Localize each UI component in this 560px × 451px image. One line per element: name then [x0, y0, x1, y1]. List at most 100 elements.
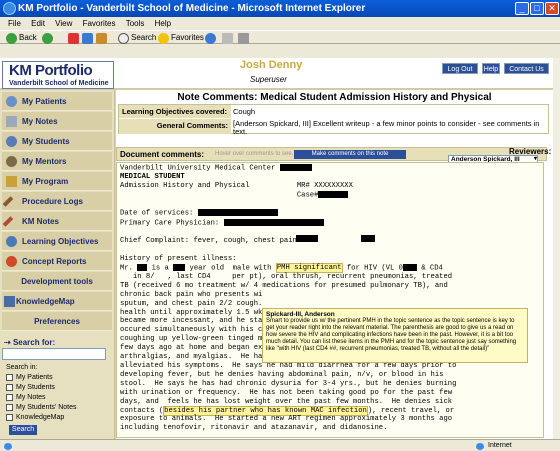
- maximize-button[interactable]: □: [530, 2, 544, 15]
- search-in-label: Search in:: [6, 364, 38, 371]
- doc-mrn: MR# XXXXXXXXX: [296, 182, 353, 191]
- document-comments-bar: Document comments: Hover over comments t…: [116, 147, 551, 163]
- doc-line: developing fever, but he denies having a…: [120, 370, 444, 379]
- redaction: [137, 263, 148, 271]
- doc-line: health until approximately 1.5 wks: [120, 308, 267, 317]
- menu-favorites[interactable]: Favorites: [83, 17, 116, 30]
- tooltip-author: Spickard-III, Anderson: [266, 311, 335, 318]
- page-scrollbar[interactable]: [553, 58, 560, 439]
- menu-tools[interactable]: Tools: [126, 17, 145, 30]
- checkbox-knowledgemap[interactable]: KnowledgeMap: [6, 413, 64, 422]
- objectives-icon: [6, 236, 17, 247]
- sidebar-item-concept-reports[interactable]: Concept Reports: [2, 252, 112, 271]
- note-text: Vanderbilt University Medical Center MED…: [120, 164, 540, 433]
- doc-line: chronic back pain who presents wi: [120, 290, 263, 299]
- home-icon: [96, 32, 107, 44]
- checkbox-my-patients[interactable]: My Patients: [6, 373, 53, 382]
- doc-line: ), recent travel, or: [367, 406, 455, 415]
- doc-line: stool. He says he has had chronic dysuri…: [120, 379, 457, 388]
- checkbox-label: KnowledgeMap: [16, 414, 65, 421]
- checkbox[interactable]: [6, 384, 13, 391]
- star-icon: [158, 32, 169, 44]
- make-comments-button[interactable]: Make comments on this note: [294, 150, 406, 159]
- search-button[interactable]: Search: [118, 32, 156, 44]
- menu-help[interactable]: Help: [155, 17, 171, 30]
- search-submit-button[interactable]: Search: [9, 425, 37, 435]
- contact-us-button[interactable]: Contact Us: [504, 63, 549, 74]
- back-button[interactable]: Back: [6, 32, 37, 44]
- doc-line: exposure to animals. He started a new AR…: [120, 415, 453, 424]
- media-button[interactable]: [205, 32, 218, 44]
- sidebar-item-label: My Patients: [22, 97, 67, 106]
- checkbox[interactable]: [6, 404, 13, 411]
- sidebar-item-my-notes[interactable]: My Notes: [2, 112, 112, 131]
- sidebar-item-my-mentors[interactable]: My Mentors: [2, 152, 112, 171]
- redaction: [173, 263, 186, 271]
- print-icon: [238, 32, 249, 44]
- sidebar-item-preferences[interactable]: Preferences: [2, 312, 112, 331]
- redaction: [402, 263, 417, 271]
- checkbox[interactable]: [6, 374, 13, 381]
- checkbox[interactable]: [6, 414, 13, 421]
- checkbox-label: My Students' Notes: [16, 404, 77, 411]
- sidebar-item-procedure-logs[interactable]: Procedure Logs: [2, 192, 112, 211]
- checkbox-my-students-notes[interactable]: My Students' Notes: [6, 403, 76, 412]
- pmh-comment-highlight[interactable]: PMH significant: [275, 263, 343, 273]
- mac-comment-highlight[interactable]: besides his partner who has known MAC in…: [163, 405, 368, 416]
- doc-line: alleviated his symptoms. He says he had …: [120, 361, 457, 370]
- refresh-icon: [82, 32, 93, 44]
- general-comments-label: General Comments:: [119, 119, 231, 134]
- minimize-button[interactable]: _: [515, 2, 529, 15]
- search-input[interactable]: [2, 348, 106, 360]
- home-button[interactable]: [96, 32, 109, 44]
- logout-button[interactable]: Log Out: [442, 63, 478, 74]
- menu-bar: File Edit View Favorites Tools Help: [0, 17, 560, 30]
- print-button[interactable]: [238, 32, 251, 44]
- help-button[interactable]: Help: [482, 63, 500, 74]
- window-title: KM Portfolio - Vanderbilt School of Medi…: [18, 3, 366, 14]
- forward-button[interactable]: [42, 32, 55, 44]
- general-comments-value: [Anderson Spickard, III] Excellent write…: [233, 119, 540, 136]
- refresh-button[interactable]: [82, 32, 95, 44]
- user-role: Superuser: [250, 75, 287, 84]
- sidebar-item-learning-objectives[interactable]: Learning Objectives: [2, 232, 112, 251]
- menu-view[interactable]: View: [55, 17, 72, 30]
- menu-file[interactable]: File: [8, 17, 21, 30]
- browser-toolbar: Back Search Favorites: [0, 30, 560, 44]
- checkbox-my-students[interactable]: My Students: [6, 383, 55, 392]
- sidebar-item-km-notes[interactable]: KM Notes: [2, 212, 112, 231]
- redaction: [318, 191, 349, 199]
- checkbox-my-notes[interactable]: My Notes: [6, 393, 46, 402]
- procedure-icon: [2, 196, 14, 207]
- close-button[interactable]: ✕: [545, 2, 559, 15]
- security-zone: Internet: [488, 442, 512, 449]
- stop-button[interactable]: [68, 32, 81, 44]
- media-icon: [205, 32, 216, 44]
- km-portfolio-logo[interactable]: KM Portfolio Vanderbilt School of Medici…: [2, 61, 114, 89]
- sidebar-item-knowledgemap[interactable]: KnowledgeMap: [2, 292, 112, 311]
- sidebar-item-my-program[interactable]: My Program: [2, 172, 112, 191]
- page-header: KM Portfolio Vanderbilt School of Medici…: [0, 58, 553, 90]
- checkbox[interactable]: [6, 394, 13, 401]
- tooltip-body: Smart to provide us w/ the pertinent PMH…: [266, 318, 517, 352]
- document-comments-label: Document comments:: [120, 150, 205, 159]
- sidebar-item-label: KM Notes: [22, 217, 59, 226]
- doc-line: Chief Complaint: fever, cough, chest pai…: [120, 236, 297, 245]
- mentors-icon: [6, 156, 17, 167]
- doc-line: & CD4: [421, 264, 443, 272]
- sidebar-item-development-tools[interactable]: Development tools: [2, 272, 112, 291]
- sidebar-item-label: Procedure Logs: [22, 197, 83, 206]
- program-icon: [6, 176, 17, 187]
- forward-arrow-icon: [42, 32, 53, 44]
- search-label: ⇢ Search for:: [4, 338, 56, 347]
- doc-line: MEDICAL STUDENT: [120, 173, 185, 182]
- mail-button[interactable]: [222, 32, 235, 44]
- doc-line: in 8/ , last CD4 per pt), oral thrush, r…: [120, 272, 453, 281]
- sidebar-item-my-patients[interactable]: My Patients: [2, 92, 112, 111]
- doc-line: Primary Care Physician:: [120, 219, 220, 228]
- sidebar-item-my-students[interactable]: My Students: [2, 132, 112, 151]
- favorites-button[interactable]: Favorites: [158, 32, 204, 44]
- comment-tooltip: Spickard-III, Anderson Smart to provide …: [262, 308, 528, 363]
- menu-edit[interactable]: Edit: [31, 17, 45, 30]
- doc-line: days, and feels he has lost weight over …: [120, 397, 453, 406]
